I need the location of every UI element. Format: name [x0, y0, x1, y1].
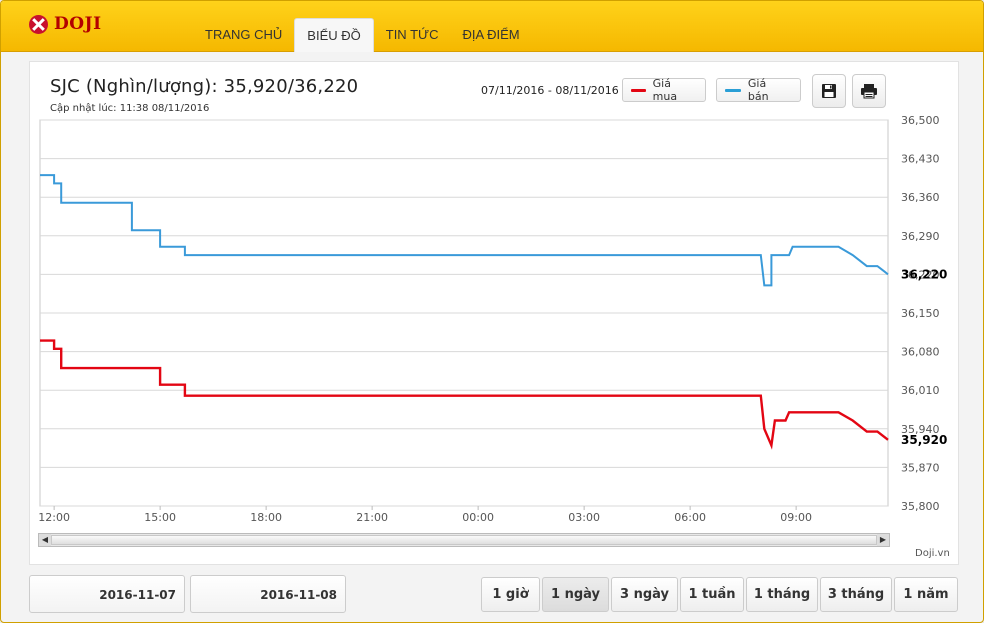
x-tick-label: 00:00: [462, 511, 494, 524]
x-tick-label: 09:00: [780, 511, 812, 524]
y-tick-label: 36,500: [901, 114, 940, 127]
period-button-5[interactable]: 3 tháng: [820, 577, 892, 612]
y-tick-label: 35,800: [901, 500, 940, 513]
period-button-3[interactable]: 1 tuần: [680, 577, 744, 612]
y-tick-label: 35,870: [901, 461, 940, 474]
top-bar: DOJI TRANG CHỦ BIỂU ĐỒ TIN TỨC ĐỊA ĐIỂM: [1, 1, 983, 52]
x-tick-label: 03:00: [568, 511, 600, 524]
y-tick-label: 36,080: [901, 346, 940, 359]
period-button-6[interactable]: 1 năm: [894, 577, 958, 612]
last-buy-label: 35,920: [901, 433, 947, 447]
x-tick-label: 06:00: [674, 511, 706, 524]
x-tick-label: 15:00: [144, 511, 176, 524]
period-button-1[interactable]: 1 ngày: [542, 577, 609, 612]
logo[interactable]: DOJI: [29, 14, 102, 34]
start-date-field[interactable]: 2016-11-07: [29, 575, 185, 613]
scroll-right-icon[interactable]: ▶: [877, 534, 889, 546]
scroll-thumb[interactable]: [51, 535, 877, 545]
price-chart: 36,500 36,430 36,360 36,290 36,220 36,150 36,0…: [38, 114, 947, 524]
period-button-2[interactable]: 3 ngày: [611, 577, 678, 612]
x-tick-label: 21:00: [356, 511, 388, 524]
y-tick-label: 36,430: [901, 153, 940, 166]
nav-item-1[interactable]: BIỂU ĐỒ: [294, 18, 374, 52]
period-button-4[interactable]: 1 tháng: [746, 577, 818, 612]
y-tick-label: 36,360: [901, 191, 940, 204]
chart-credit: Doji.vn: [915, 548, 950, 559]
period-button-0[interactable]: 1 giờ: [481, 577, 540, 612]
end-date-field[interactable]: 2016-11-08: [190, 575, 346, 613]
nav-item-0[interactable]: TRANG CHỦ: [193, 18, 294, 52]
chart-scrollbar[interactable]: ◀ ▶: [38, 533, 890, 547]
y-tick-label: 36,010: [901, 384, 940, 397]
main-nav: TRANG CHỦ BIỂU ĐỒ TIN TỨC ĐỊA ĐIỂM: [193, 18, 532, 52]
x-tick-label: 18:00: [250, 511, 282, 524]
brand-name: DOJI: [54, 14, 102, 34]
y-tick-label: 36,290: [901, 230, 940, 243]
chart-panel: SJC (Nghìn/lượng): 35,920/36,220 Cập nhậ…: [29, 61, 959, 565]
last-sell-label: 36,220: [901, 267, 947, 281]
nav-item-2[interactable]: TIN TỨC: [374, 18, 451, 52]
doji-logo-icon: [29, 14, 48, 34]
nav-item-3[interactable]: ĐỊA ĐIỂM: [451, 18, 532, 52]
app-frame: DOJI TRANG CHỦ BIỂU ĐỒ TIN TỨC ĐỊA ĐIỂM SJC…: [0, 0, 984, 623]
x-tick-label: 12:00: [38, 511, 70, 524]
y-tick-label: 36,150: [901, 307, 940, 320]
scroll-left-icon[interactable]: ◀: [39, 534, 51, 546]
